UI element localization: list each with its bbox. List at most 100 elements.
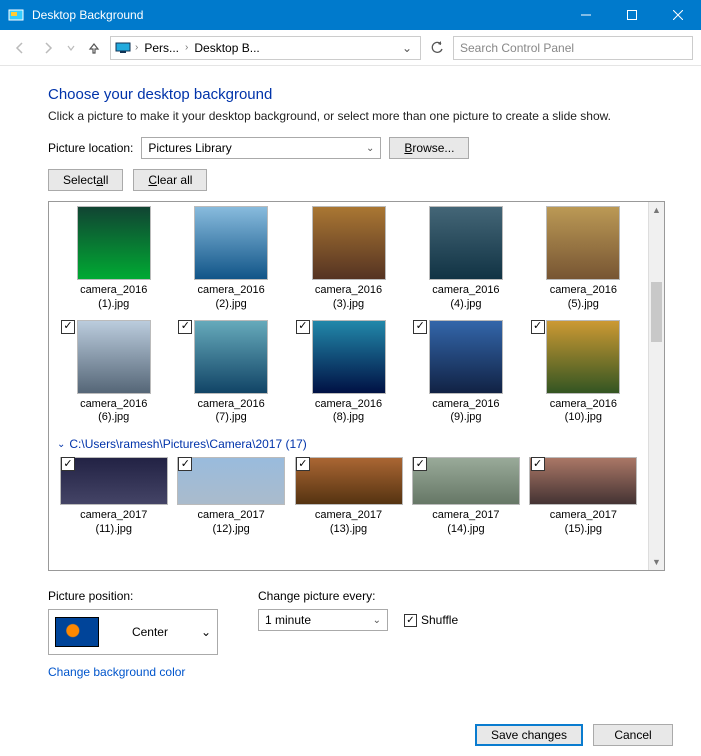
picture-position-label: Picture position:: [48, 589, 218, 603]
scrollbar[interactable]: ▲ ▼: [648, 202, 664, 570]
thumbnail-caption: camera_2016 (2).jpg: [176, 284, 285, 312]
picture-tile[interactable]: ✓ camera_2016 (8).jpg: [290, 318, 407, 428]
thumbnail-image: [429, 320, 503, 394]
thumbnail-caption: camera_2017 (12).jpg: [176, 509, 285, 537]
checkbox-icon[interactable]: ✓: [296, 320, 310, 334]
thumbnail-caption: camera_2017 (11).jpg: [59, 509, 168, 537]
monitor-icon: [115, 40, 131, 56]
scroll-down-icon[interactable]: ▼: [649, 554, 664, 570]
chevron-down-icon: ⌄: [373, 615, 381, 626]
breadcrumb-item[interactable]: Desktop B...: [188, 41, 265, 55]
footer: Save changes Cancel: [0, 724, 701, 746]
picture-tile[interactable]: camera_2016 (3).jpg: [290, 204, 407, 314]
cancel-button[interactable]: Cancel: [593, 724, 673, 746]
page-subtext: Click a picture to make it your desktop …: [48, 109, 665, 123]
picture-tile[interactable]: ✓ camera_2017 (12).jpg: [172, 455, 289, 539]
select-all-button[interactable]: Select all: [48, 169, 123, 191]
up-button[interactable]: [82, 36, 106, 60]
picture-location-label: Picture location:: [48, 141, 133, 155]
change-every-select[interactable]: 1 minute ⌄: [258, 609, 388, 631]
search-input[interactable]: Search Control Panel: [453, 36, 693, 60]
thumbnail-image: [60, 457, 168, 505]
thumbnail-image: [77, 320, 151, 394]
thumbnail-caption: camera_2016 (5).jpg: [529, 284, 638, 312]
picture-tile[interactable]: camera_2016 (5).jpg: [525, 204, 642, 314]
breadcrumb-item[interactable]: Pers...: [138, 41, 185, 55]
search-placeholder: Search Control Panel: [460, 41, 574, 55]
picture-tile[interactable]: ✓ camera_2017 (15).jpg: [525, 455, 642, 539]
thumbnail-image: [412, 457, 520, 505]
thumbnail-caption: camera_2017 (15).jpg: [529, 509, 638, 537]
back-button[interactable]: [8, 36, 32, 60]
chevron-down-icon: ⌄: [366, 143, 374, 154]
chevron-down-icon: ⌄: [57, 439, 65, 450]
thumbnail-caption: camera_2016 (10).jpg: [529, 398, 638, 426]
checkbox-icon[interactable]: ✓: [178, 320, 192, 334]
scrollbar-thumb[interactable]: [651, 282, 662, 342]
breadcrumb[interactable]: › Pers... › Desktop B... ⌄: [110, 36, 421, 60]
thumbnail-caption: camera_2017 (13).jpg: [294, 509, 403, 537]
thumbnail-caption: camera_2016 (6).jpg: [59, 398, 168, 426]
page-heading: Choose your desktop background: [48, 86, 665, 103]
app-icon: [8, 7, 24, 23]
thumbnail-image: [429, 206, 503, 280]
thumbnail-image: [77, 206, 151, 280]
save-changes-button[interactable]: Save changes: [475, 724, 583, 746]
breadcrumb-dropdown[interactable]: ⌄: [398, 41, 416, 55]
thumbnail-caption: camera_2016 (4).jpg: [411, 284, 520, 312]
thumbnail-caption: camera_2016 (1).jpg: [59, 284, 168, 312]
thumbnail-caption: camera_2016 (3).jpg: [294, 284, 403, 312]
thumbnail-image: [194, 320, 268, 394]
thumbnail-caption: camera_2016 (9).jpg: [411, 398, 520, 426]
shuffle-label: Shuffle: [421, 613, 458, 627]
checkbox-icon[interactable]: ✓: [61, 320, 75, 334]
thumbnail-caption: camera_2016 (7).jpg: [176, 398, 285, 426]
minimize-button[interactable]: [563, 0, 609, 30]
shuffle-checkbox[interactable]: ✓ Shuffle: [404, 613, 458, 627]
browse-button[interactable]: BBrowse...rowse...: [389, 137, 469, 159]
main-content: Choose your desktop background Click a p…: [0, 66, 701, 579]
checkbox-icon[interactable]: ✓: [413, 457, 427, 471]
picture-tile[interactable]: camera_2016 (1).jpg: [55, 204, 172, 314]
thumbnail-caption: camera_2016 (8).jpg: [294, 398, 403, 426]
picture-tile[interactable]: ✓ camera_2016 (10).jpg: [525, 318, 642, 428]
picture-location-select[interactable]: Pictures Library ⌄: [141, 137, 381, 159]
change-bg-color-link[interactable]: Change background color: [0, 655, 701, 679]
clear-all-button[interactable]: Clear all: [133, 169, 207, 191]
picture-tile[interactable]: ✓ camera_2017 (14).jpg: [407, 455, 524, 539]
picture-tile[interactable]: camera_2016 (4).jpg: [407, 204, 524, 314]
picture-location-value: Pictures Library: [148, 141, 231, 155]
picture-tile[interactable]: ✓ camera_2016 (7).jpg: [172, 318, 289, 428]
checkbox-icon[interactable]: ✓: [296, 457, 310, 471]
checkbox-icon[interactable]: ✓: [178, 457, 192, 471]
maximize-button[interactable]: [609, 0, 655, 30]
thumbnail-image: [312, 320, 386, 394]
recent-dropdown[interactable]: [64, 36, 78, 60]
forward-button[interactable]: [36, 36, 60, 60]
picture-tile[interactable]: ✓ camera_2017 (13).jpg: [290, 455, 407, 539]
thumbnail-image: [194, 206, 268, 280]
thumbnail-image: [312, 206, 386, 280]
refresh-button[interactable]: [425, 36, 449, 60]
picture-position-value: Center: [132, 625, 168, 639]
picture-tile[interactable]: ✓ camera_2016 (6).jpg: [55, 318, 172, 428]
checkbox-icon[interactable]: ✓: [531, 457, 545, 471]
thumbnail-image: [546, 206, 620, 280]
checkbox-icon[interactable]: ✓: [61, 457, 75, 471]
close-button[interactable]: [655, 0, 701, 30]
picture-tile[interactable]: ✓ camera_2016 (9).jpg: [407, 318, 524, 428]
picture-tile[interactable]: camera_2016 (2).jpg: [172, 204, 289, 314]
checkbox-icon[interactable]: ✓: [413, 320, 427, 334]
checkbox-icon[interactable]: ✓: [531, 320, 545, 334]
nav-toolbar: › Pers... › Desktop B... ⌄ Search Contro…: [0, 30, 701, 66]
scroll-up-icon[interactable]: ▲: [649, 202, 664, 218]
picture-position-select[interactable]: Center ⌄: [48, 609, 218, 655]
change-every-value: 1 minute: [265, 613, 311, 627]
picture-tile[interactable]: ✓ camera_2017 (11).jpg: [55, 455, 172, 539]
position-preview-icon: [55, 617, 99, 647]
group-label: C:\Users\ramesh\Pictures\Camera\2017 (17…: [69, 437, 306, 451]
thumbnail-image: [529, 457, 637, 505]
thumbnail-caption: camera_2017 (14).jpg: [411, 509, 520, 537]
checkbox-icon: ✓: [404, 614, 417, 627]
group-header[interactable]: ⌄ C:\Users\ramesh\Pictures\Camera\2017 (…: [57, 437, 642, 451]
